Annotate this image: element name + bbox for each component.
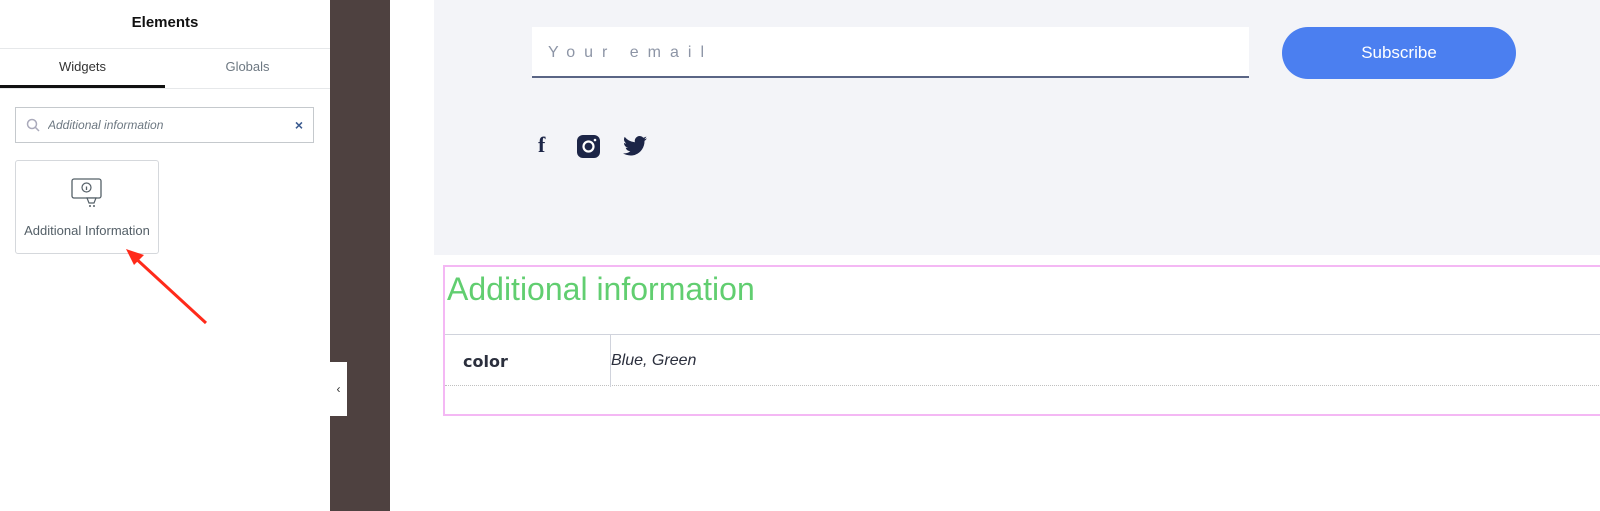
twitter-icon[interactable]	[623, 136, 647, 156]
search-box: ×	[15, 107, 314, 143]
collapse-panel-button[interactable]: ‹	[330, 362, 347, 416]
clear-search-icon[interactable]: ×	[295, 117, 303, 133]
tab-widgets[interactable]: Widgets	[0, 49, 165, 88]
section-heading: Additional information	[447, 271, 755, 307]
table-row: color Blue, Green	[445, 334, 1600, 387]
email-input[interactable]: Your email	[532, 27, 1249, 78]
instagram-icon[interactable]	[577, 135, 600, 158]
annotation-arrow	[126, 249, 208, 325]
panel-tabs: Widgets Globals	[0, 49, 330, 89]
elements-panel: Elements Widgets Globals × Additional In…	[0, 0, 330, 511]
search-icon	[26, 118, 40, 132]
newsletter-section: Your email Subscribe f	[434, 0, 1600, 255]
subscribe-button[interactable]: Subscribe	[1282, 27, 1516, 79]
widget-additional-information[interactable]: Additional Information	[15, 160, 159, 254]
additional-information-widget[interactable]: Additional information color Blue, Green	[443, 265, 1600, 416]
editor-divider	[330, 0, 390, 511]
attribute-name: color	[463, 352, 508, 371]
facebook-icon[interactable]: f	[538, 132, 545, 158]
widget-label: Additional Information	[24, 223, 150, 238]
search-input[interactable]	[48, 118, 295, 132]
tab-globals[interactable]: Globals	[165, 49, 330, 88]
info-cart-icon	[71, 178, 102, 207]
attribute-value: Blue, Green	[611, 352, 697, 369]
panel-title: Elements	[0, 0, 330, 49]
